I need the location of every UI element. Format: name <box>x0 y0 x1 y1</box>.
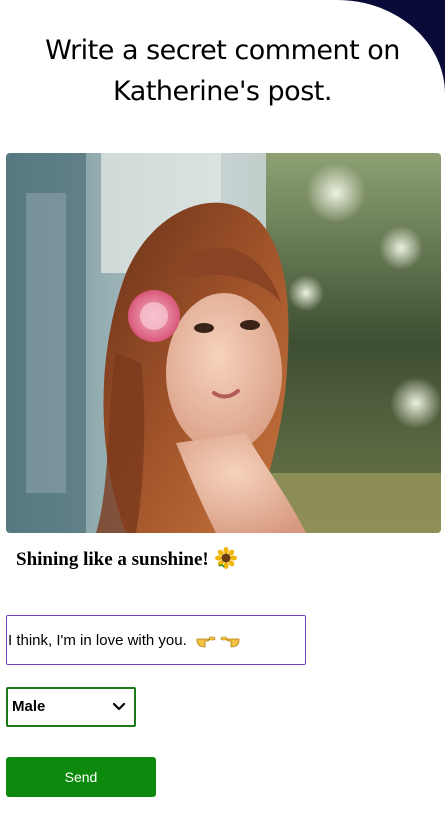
post-caption: Shining like a sunshine! <box>16 546 238 574</box>
page-title-line-2: Katherine's post. <box>113 76 332 107</box>
post-photo <box>6 153 441 533</box>
gender-selected-value: Male <box>12 698 46 715</box>
pointing-hands-icon <box>196 636 240 648</box>
post-photo-illustration <box>6 153 441 533</box>
sunflower-icon <box>215 547 238 569</box>
chevron-down-icon <box>112 702 126 711</box>
comment-field[interactable] <box>6 615 306 665</box>
gender-select[interactable]: Male <box>6 687 136 727</box>
send-button[interactable]: Send <box>6 757 156 797</box>
page-title: Write a secret comment on Katherine's po… <box>0 30 445 112</box>
page-title-line-1: Write a secret comment on <box>45 35 400 66</box>
post-caption-text: Shining like a sunshine! <box>16 549 209 570</box>
